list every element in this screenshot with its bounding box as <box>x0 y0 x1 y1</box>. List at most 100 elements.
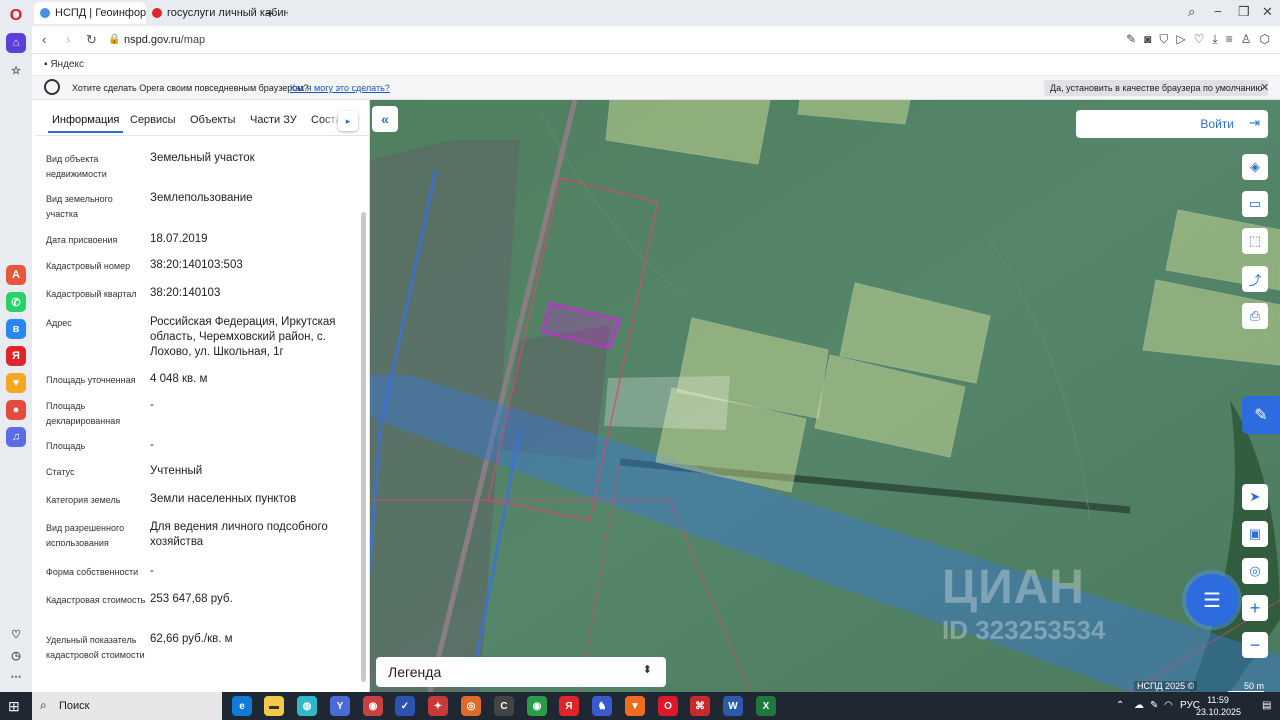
heart-icon[interactable]: ♡ <box>1194 32 1205 47</box>
row-value: Земельный участок <box>150 152 255 164</box>
share-button[interactable]: ⤴ <box>1242 266 1268 292</box>
ruler-button[interactable]: ▭ <box>1242 191 1268 217</box>
pdf-icon[interactable]: ⌘ <box>690 696 710 716</box>
row-value: Для ведения личного подсобного хозяйства <box>150 521 328 548</box>
row-label: Кадастровый квартал <box>46 289 137 299</box>
yandex-icon[interactable]: Я <box>6 346 26 366</box>
profile-icon[interactable]: ♙ <box>1241 32 1252 47</box>
tabs-scroll-right-icon[interactable]: ▸ <box>338 111 358 131</box>
windows-start-icon[interactable]: ⊞ <box>8 698 20 715</box>
minimize-icon[interactable]: − <box>1214 4 1222 19</box>
banner-link[interactable]: Как я могу это сделать? <box>290 83 390 93</box>
back-icon[interactable]: ‹ <box>42 32 46 47</box>
bookmark-yandex[interactable]: ▪ Яндекс <box>44 59 84 70</box>
print-button[interactable]: ⎙ <box>1242 303 1268 329</box>
opera-taskbar-icon[interactable]: O <box>658 696 678 716</box>
collapse-panel-button[interactable]: « <box>372 106 398 132</box>
select-area-button[interactable]: ⬚ <box>1242 228 1268 254</box>
panel-scrollbar[interactable] <box>361 212 366 682</box>
notifications-icon[interactable]: ▤ <box>1262 700 1271 711</box>
home-icon[interactable]: ⌂ <box>6 33 26 53</box>
reload-icon[interactable]: ↻ <box>86 32 97 48</box>
pen-icon[interactable]: ✎ <box>1150 700 1158 711</box>
history-icon[interactable]: ◷ <box>6 645 26 665</box>
wifi-icon[interactable]: ◠ <box>1164 700 1173 711</box>
row-label: Категория земель <box>46 495 121 505</box>
edge-icon[interactable]: e <box>232 696 252 716</box>
app-icon[interactable]: ◉ <box>363 696 383 716</box>
restore-icon[interactable]: ❐ <box>1238 4 1250 20</box>
app-icon[interactable]: ◎ <box>461 696 481 716</box>
layers-button[interactable]: ◈ <box>1242 154 1268 180</box>
set-default-button[interactable]: Да, установить в качестве браузера по ум… <box>1044 80 1269 96</box>
word-icon[interactable]: W <box>723 696 743 716</box>
new-tab-button[interactable]: + <box>260 2 282 24</box>
chrome-icon[interactable]: ◉ <box>527 696 547 716</box>
close-window-icon[interactable]: ✕ <box>1262 4 1273 20</box>
camera-icon[interactable]: ◙ <box>1144 32 1151 47</box>
watermark-brand: ЦИАН <box>942 561 1085 614</box>
default-browser-banner: Хотите сделать Opera своим повседневным … <box>32 76 1280 100</box>
explorer-icon[interactable]: ▬ <box>264 696 284 716</box>
app-icon[interactable]: ✓ <box>395 696 415 716</box>
tab-services[interactable]: Сервисы <box>130 114 176 126</box>
extensions-icon[interactable]: ⬡ <box>1260 32 1270 47</box>
tab-info[interactable]: Информация <box>47 114 124 133</box>
navigate-button[interactable]: ➤ <box>1242 484 1268 510</box>
play-icon[interactable]: ▷ <box>1176 32 1185 47</box>
row-label: Кадастровый номер <box>46 261 131 271</box>
minimap-button[interactable]: ▣ <box>1242 521 1268 547</box>
app-icon[interactable]: ✦ <box>428 696 448 716</box>
login-button[interactable]: Войти ⇥ <box>1076 110 1268 138</box>
panel-tabs: Информация Сервисы Объекты Части ЗУ Сост… <box>36 100 370 136</box>
row-label: Адрес <box>46 318 72 328</box>
locate-button[interactable]: ◎ <box>1242 558 1268 584</box>
legend-dropdown[interactable]: Легенда ⬍ <box>376 657 666 687</box>
forward-icon[interactable]: › <box>66 32 70 47</box>
taskbar-search[interactable]: ⌕ Поиск <box>32 692 222 720</box>
shield-icon[interactable]: ⛉ <box>1159 32 1168 47</box>
app-icon[interactable]: ◍ <box>297 696 317 716</box>
taskbar-clock[interactable]: 11:59 23.10.2025 <box>1196 694 1241 718</box>
row-value: - <box>150 439 154 451</box>
favorites-icon[interactable]: ♡ <box>6 624 26 644</box>
zoom-out-button[interactable]: − <box>1242 632 1268 658</box>
shop-icon[interactable]: ♥ <box>6 373 26 393</box>
vk-icon[interactable]: в <box>6 319 26 339</box>
yandex-browser-icon[interactable]: Я <box>559 696 579 716</box>
row-value: 38:20:140103:503 <box>150 259 243 271</box>
aria-icon[interactable]: A <box>6 265 26 285</box>
banner-close-icon[interactable]: ✕ <box>1260 81 1269 94</box>
row-label: Площадь декларированная <box>46 401 121 426</box>
y-app-icon[interactable]: Y <box>330 696 350 716</box>
search-label: Поиск <box>59 700 90 712</box>
feedback-button[interactable]: ✎ <box>1242 396 1280 434</box>
edit-icon[interactable]: ✎ <box>1126 32 1136 47</box>
cloud-icon[interactable]: ☁ <box>1134 700 1144 711</box>
menu-icon[interactable]: ≡ <box>1226 32 1233 47</box>
row-value: Земли населенных пунктов <box>150 493 297 505</box>
excel-icon[interactable]: X <box>756 696 776 716</box>
tray-chevron-icon[interactable]: ⌃ <box>1116 700 1124 711</box>
player-icon[interactable]: ♫ <box>6 427 26 447</box>
url-field[interactable]: nspd.gov.ru/map <box>124 34 205 46</box>
opera-logo-icon[interactable]: O <box>6 6 26 26</box>
speed-dial-icon[interactable]: ☆ <box>6 60 26 80</box>
zoom-in-button[interactable]: + <box>1242 595 1268 621</box>
map-view[interactable]: ЦИАН ID 323253534 « Войти ⇥ ◈ ▭ ⬚ ⤴ ⎙ ✎ … <box>370 100 1280 692</box>
app-icon[interactable]: ♞ <box>592 696 612 716</box>
app-icon[interactable]: C <box>494 696 514 716</box>
chat-icon[interactable]: ☰ <box>1186 574 1238 626</box>
download-icon[interactable]: ⤓ <box>1212 32 1217 47</box>
app-icon[interactable]: ● <box>6 400 26 420</box>
row-value: Российская Федерация, Иркутская область,… <box>150 316 336 358</box>
search-tabs-icon[interactable]: ⌕ <box>1188 4 1195 20</box>
row-value: 62,66 руб./кв. м <box>150 633 233 645</box>
tab-parts[interactable]: Части ЗУ <box>250 114 297 126</box>
more-icon[interactable]: ⋯ <box>6 666 26 686</box>
whatsapp-icon[interactable]: ✆ <box>6 292 26 312</box>
tab-objects[interactable]: Объекты <box>190 114 235 126</box>
brave-icon[interactable]: ▼ <box>625 696 645 716</box>
tab-nspd[interactable]: НСПД | Геоинформацио ✕ <box>34 2 146 24</box>
row-value: 4 048 кв. м <box>150 373 208 385</box>
